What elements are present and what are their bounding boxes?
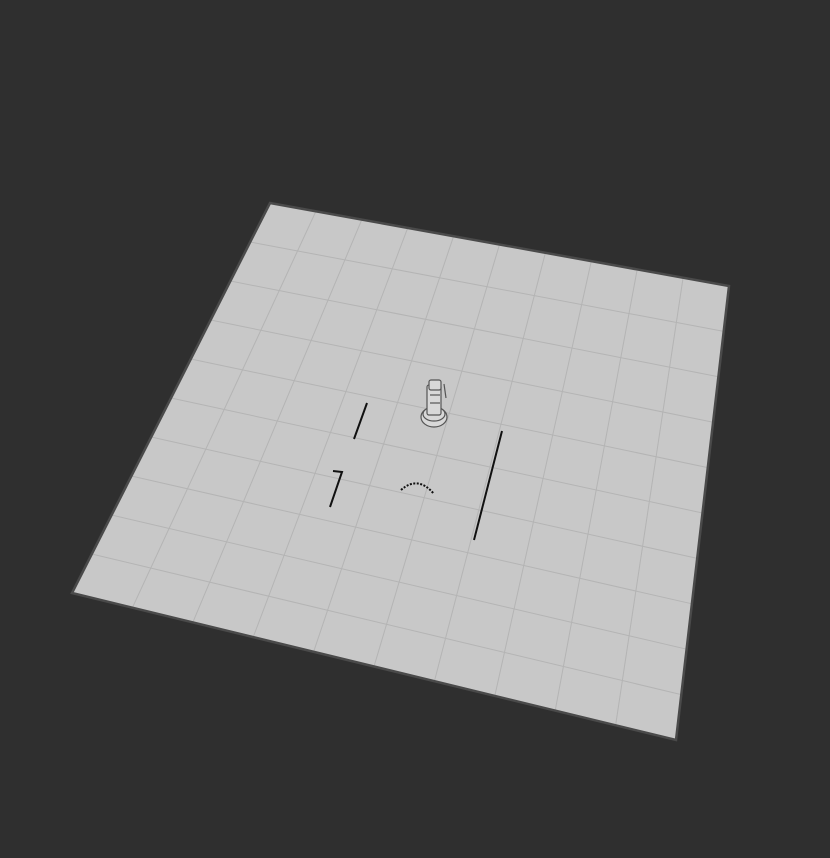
scene-canvas[interactable]: [0, 0, 830, 858]
3d-viewport[interactable]: [0, 0, 830, 858]
ground-plane-surface: [72, 203, 729, 740]
robot-head: [428, 379, 442, 391]
ground-plane: [70, 201, 731, 742]
